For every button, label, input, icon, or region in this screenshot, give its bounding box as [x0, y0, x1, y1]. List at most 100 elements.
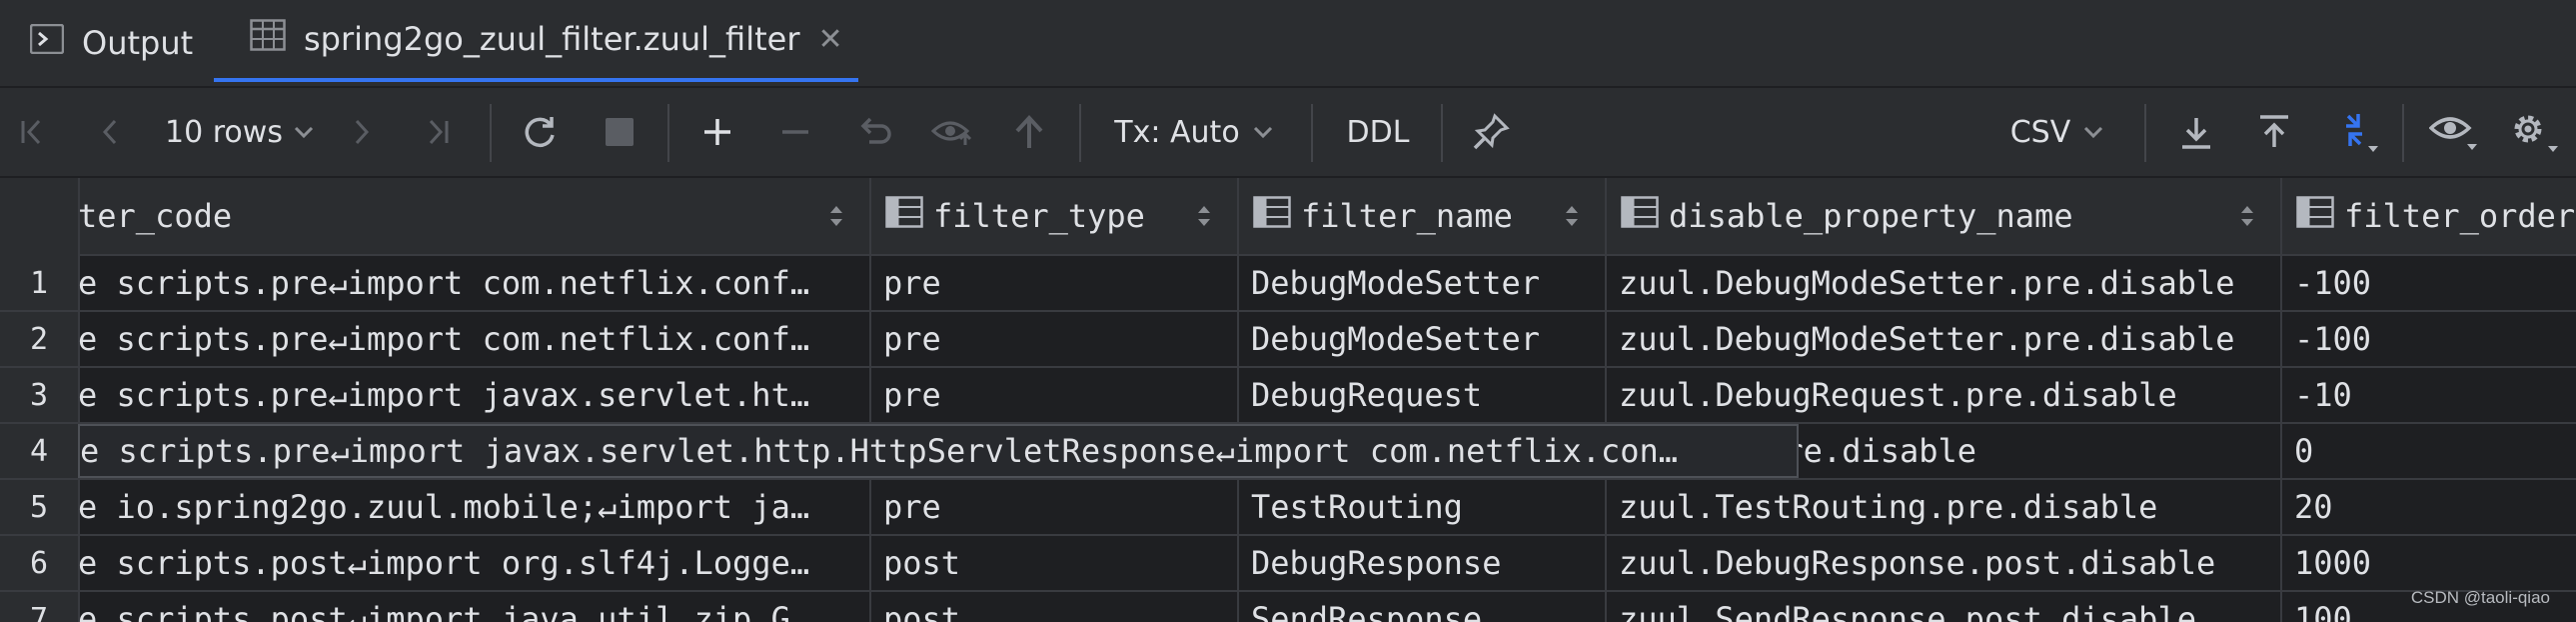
- cell-filter-type[interactable]: post: [871, 536, 1239, 590]
- tab-zuul-filter-label: spring2go_zuul_filter.zuul_filter: [304, 20, 800, 58]
- pin-icon: [1473, 113, 1510, 150]
- table-row[interactable]: 2 e scripts.pre↵import com.netflix.conf……: [0, 312, 2576, 368]
- chevron-down-icon: [2084, 126, 2103, 139]
- import-data-button[interactable]: [2252, 88, 2296, 176]
- cell-filter-order[interactable]: 1000: [2282, 536, 2576, 590]
- column-header-filter-code[interactable]: ter_code: [78, 178, 871, 254]
- table-row[interactable]: 3 e scripts.pre↵import javax.servlet.ht……: [0, 368, 2576, 424]
- cell-filter-order[interactable]: 0: [2282, 424, 2576, 478]
- cell-filter-type[interactable]: pre: [871, 368, 1239, 422]
- cell-filter-name[interactable]: DebugResponse: [1239, 536, 1607, 590]
- export-format-label: CSV: [2009, 114, 2071, 150]
- eye-upload-icon: [931, 121, 972, 145]
- cell-filter-code[interactable]: e scripts.pre↵import com.netflix.conf…: [78, 312, 871, 366]
- cell-filter-code[interactable]: e io.spring2go.zuul.mobile;↵import ja…: [78, 480, 871, 534]
- ddl-label: DDL: [1346, 114, 1410, 150]
- output-icon: [29, 23, 82, 62]
- column-header-disable-property-name[interactable]: disable_property_name: [1607, 178, 2282, 254]
- cell-disable-property-name[interactable]: zuul.DebugResponse.post.disable: [1607, 536, 2282, 590]
- add-row-button[interactable]: [695, 88, 739, 176]
- preview-changes-button[interactable]: [929, 88, 977, 176]
- rows-count-dropdown[interactable]: 10 rows: [160, 88, 320, 176]
- watermark: CSDN @taoli-qiao: [2410, 588, 2550, 607]
- cell-filter-type[interactable]: pre: [871, 312, 1239, 366]
- cell-disable-property-name[interactable]: zuul.SendResponse.post.disable: [1607, 592, 2282, 622]
- cell-disable-property-name[interactable]: zuul.DebugRequest.pre.disable: [1607, 368, 2282, 422]
- gear-icon: [2514, 115, 2558, 152]
- cell-filter-order[interactable]: -100: [2282, 312, 2576, 366]
- compare-button[interactable]: [2330, 88, 2384, 176]
- export-data-button[interactable]: [2174, 88, 2218, 176]
- cell-filter-code[interactable]: e scripts.post↵import org.slf4j.Logge…: [78, 536, 871, 590]
- chevron-right-icon: [355, 119, 370, 145]
- cell-filter-type[interactable]: post: [871, 592, 1239, 622]
- column-icon: [1253, 196, 1291, 236]
- column-header-label: filter_name: [1301, 197, 1513, 235]
- cell-disable-property-name[interactable]: zuul.DebugModeSetter.pre.disable: [1607, 256, 2282, 310]
- cell-filter-type[interactable]: pre: [871, 256, 1239, 310]
- first-page-button[interactable]: [12, 88, 52, 176]
- chevron-down-icon: [1253, 126, 1272, 139]
- last-page-button[interactable]: [418, 88, 458, 176]
- column-header-label: disable_property_name: [1669, 197, 2073, 235]
- settings-button[interactable]: [2504, 88, 2564, 176]
- toolbar-separator: [2144, 104, 2146, 162]
- cell-filter-order[interactable]: -100: [2282, 256, 2576, 310]
- row-number: 7: [29, 601, 49, 622]
- column-icon: [2296, 196, 2334, 236]
- cell-disable-property-name[interactable]: zuul.TestRouting.pre.disable: [1607, 480, 2282, 534]
- next-page-button[interactable]: [342, 88, 382, 176]
- column-header-label: filter_type: [933, 197, 1145, 235]
- cell-filter-order[interactable]: 20: [2282, 480, 2576, 534]
- tab-output[interactable]: Output: [29, 0, 193, 86]
- cell-filter-code[interactable]: e scripts.post↵import java.util.zip.G…: [78, 592, 871, 622]
- download-icon: [2182, 118, 2210, 149]
- cell-filter-name[interactable]: DebugModeSetter: [1239, 256, 1607, 310]
- toolbar: 10 rows Tx: Auto DDL CSV: [0, 88, 2576, 178]
- chevron-down-icon: [294, 126, 314, 139]
- revert-button[interactable]: [851, 88, 895, 176]
- cell-filter-name[interactable]: DebugRequest: [1239, 368, 1607, 422]
- row-number: 5: [29, 489, 49, 525]
- stop-button[interactable]: [598, 88, 642, 176]
- submit-button[interactable]: [1007, 88, 1051, 176]
- row-number: 3: [29, 377, 49, 413]
- tab-zuul-filter[interactable]: spring2go_zuul_filter.zuul_filter ✕: [214, 0, 858, 82]
- table-row[interactable]: 5 e io.spring2go.zuul.mobile;↵import ja……: [0, 480, 2576, 536]
- table-row[interactable]: 1 e scripts.pre↵import com.netflix.conf……: [0, 256, 2576, 312]
- cell-filter-order[interactable]: -10: [2282, 368, 2576, 422]
- reload-button[interactable]: [518, 88, 562, 176]
- upload-icon: [2260, 115, 2288, 147]
- transaction-mode-label: Tx: Auto: [1114, 114, 1240, 150]
- pin-tab-button[interactable]: [1467, 88, 1515, 176]
- ddl-button[interactable]: DDL: [1335, 88, 1421, 176]
- column-icon: [1621, 196, 1659, 236]
- table-row[interactable]: 6 e scripts.post↵import org.slf4j.Logge……: [0, 536, 2576, 592]
- cell-filter-name[interactable]: TestRouting: [1239, 480, 1607, 534]
- export-format-dropdown[interactable]: CSV: [2002, 88, 2112, 176]
- table-row[interactable]: 4 thCheck.pre.disable 0 e scripts.pre↵im…: [0, 424, 2576, 480]
- delete-row-button[interactable]: [773, 88, 817, 176]
- expanded-cell-value[interactable]: e scripts.pre↵import javax.servlet.http.…: [78, 424, 1799, 478]
- close-tab-icon[interactable]: ✕: [817, 22, 842, 57]
- previous-page-button[interactable]: [90, 88, 130, 176]
- cell-disable-property-name[interactable]: zuul.DebugModeSetter.pre.disable: [1607, 312, 2282, 366]
- view-options-button[interactable]: [2426, 88, 2482, 176]
- cell-filter-name[interactable]: SendResponse: [1239, 592, 1607, 622]
- stop-icon: [606, 118, 634, 146]
- cell-filter-code[interactable]: e scripts.pre↵import com.netflix.conf…: [78, 256, 871, 310]
- column-header-filter-type[interactable]: filter_type: [871, 178, 1239, 254]
- column-header-filter-name[interactable]: filter_name: [1239, 178, 1607, 254]
- chevron-left-icon: [102, 119, 117, 145]
- undo-icon: [860, 117, 891, 144]
- sort-icon: [1198, 206, 1210, 226]
- cell-filter-name[interactable]: DebugModeSetter: [1239, 312, 1607, 366]
- cell-filter-code[interactable]: e scripts.pre↵import javax.servlet.ht…: [78, 368, 871, 422]
- grid-header: ter_code filter_type filter_name disable…: [0, 178, 2576, 256]
- table-row[interactable]: 7 e scripts.post↵import java.util.zip.G……: [0, 592, 2576, 622]
- transaction-mode-dropdown[interactable]: Tx: Auto: [1109, 88, 1279, 176]
- cell-filter-type[interactable]: pre: [871, 480, 1239, 534]
- column-header-filter-order[interactable]: filter_order: [2282, 178, 2576, 254]
- toolbar-separator: [2402, 104, 2404, 162]
- row-number: 1: [29, 265, 49, 301]
